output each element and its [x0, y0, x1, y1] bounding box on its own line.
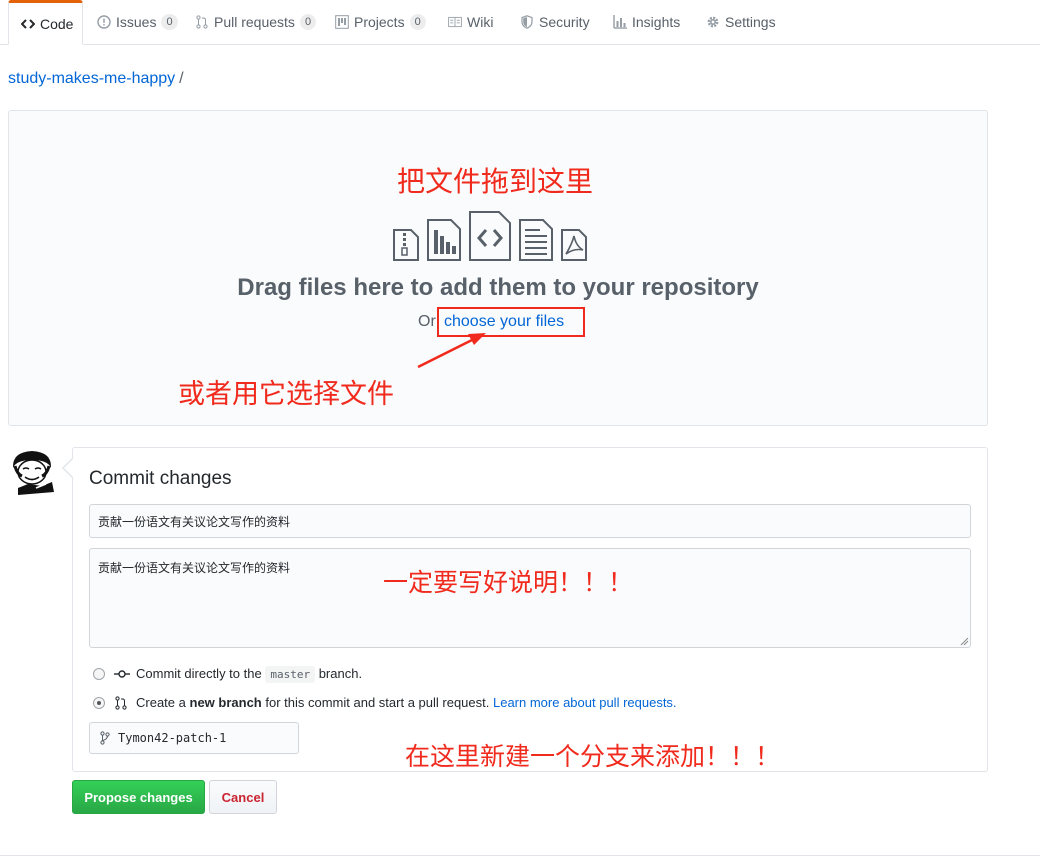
- tab-label: Issues: [116, 14, 157, 30]
- graph-icon: [613, 15, 627, 29]
- file-pdf-icon: [560, 228, 588, 265]
- drop-zone-or-text: Or: [418, 313, 436, 330]
- file-type-icons: [392, 210, 588, 265]
- pull-request-icon: [195, 15, 209, 29]
- tab-label: Insights: [632, 14, 681, 30]
- tab-settings[interactable]: Settings: [694, 0, 788, 44]
- annotation-new-branch: 在这里新建一个分支来添加！！！: [405, 742, 781, 771]
- new-branch-middle: for this commit and start a pull request…: [265, 695, 490, 710]
- breadcrumb: study-makes-me-happy /: [8, 70, 184, 88]
- commit-direct-label: Commit directly to the master branch.: [136, 666, 363, 683]
- commit-title: Commit changes: [89, 468, 232, 489]
- code-icon: [21, 17, 35, 31]
- tab-label: Settings: [725, 14, 776, 30]
- new-branch-label: Create a new branch for this commit and …: [136, 695, 677, 710]
- gear-icon: [706, 15, 720, 29]
- commit-summary-input[interactable]: 贡献一份语文有关议论文写作的资料: [89, 504, 971, 538]
- pull-request-icon: [115, 696, 127, 710]
- choose-files-link[interactable]: choose your files: [444, 313, 564, 331]
- resize-handle-icon[interactable]: [959, 636, 969, 646]
- divider: [0, 855, 1040, 856]
- issue-icon: [97, 15, 111, 29]
- commit-form-pointer-fill: [64, 459, 73, 477]
- branch-name-value: Tymon42-patch-1: [118, 731, 227, 745]
- tab-label: Wiki: [467, 14, 494, 30]
- drop-zone-title: Drag files here to add them to your repo…: [237, 274, 759, 301]
- tab-code[interactable]: Code: [8, 0, 83, 45]
- issues-counter: 0: [161, 14, 178, 30]
- commit-direct-suffix: branch.: [318, 666, 363, 681]
- commit-direct-radio[interactable]: [93, 668, 105, 680]
- file-drop-zone[interactable]: [8, 110, 988, 426]
- propose-changes-button[interactable]: Propose changes: [72, 780, 205, 814]
- new-branch-text: Create a: [136, 695, 186, 710]
- annotation-drag-here: 把文件拖到这里: [397, 165, 594, 198]
- new-branch-option[interactable]: [93, 697, 105, 709]
- learn-more-link[interactable]: Learn more about pull requests.: [493, 695, 677, 710]
- annotation-description: 一定要写好说明！！！: [383, 568, 634, 597]
- annotation-choose-files: 或者用它选择文件: [178, 379, 394, 410]
- file-zip-icon: [392, 228, 420, 265]
- pull-requests-counter: 0: [299, 14, 317, 30]
- repo-nav-tabs: Code Issues 0 Pull requests 0 Projects 0…: [0, 0, 1040, 45]
- tab-label: Code: [40, 15, 74, 32]
- new-branch-bold: new branch: [189, 695, 262, 710]
- projects-counter: 0: [409, 14, 426, 30]
- file-text-icon: [518, 218, 554, 265]
- tab-insights[interactable]: Insights: [601, 0, 692, 44]
- new-branch-radio[interactable]: [93, 697, 105, 709]
- tab-security[interactable]: Security: [508, 0, 602, 44]
- annotation-arrow: [417, 333, 486, 369]
- commit-direct-text: Commit directly to the: [136, 666, 262, 681]
- tab-label: Projects: [354, 14, 405, 30]
- git-commit-icon: [114, 670, 130, 678]
- tab-label: Security: [539, 14, 590, 30]
- git-branch-icon: [100, 731, 110, 745]
- branch-name-input[interactable]: Tymon42-patch-1: [89, 722, 299, 754]
- breadcrumb-separator: /: [179, 70, 184, 87]
- book-icon: [448, 15, 462, 29]
- tab-wiki[interactable]: Wiki: [436, 0, 505, 44]
- project-icon: [335, 15, 349, 29]
- shield-icon: [520, 15, 534, 29]
- cancel-button[interactable]: Cancel: [209, 780, 277, 814]
- tab-issues[interactable]: Issues 0: [85, 0, 190, 44]
- tab-projects[interactable]: Projects 0: [323, 0, 438, 44]
- file-chart-icon: [426, 218, 462, 265]
- repo-link[interactable]: study-makes-me-happy: [8, 70, 175, 87]
- master-branch-chip: master: [265, 666, 316, 683]
- avatar: [8, 448, 56, 496]
- tab-label: Pull requests: [214, 14, 295, 30]
- tab-pull-requests[interactable]: Pull requests 0: [183, 0, 328, 44]
- file-code-icon: [468, 210, 512, 265]
- commit-direct-option[interactable]: [93, 668, 105, 680]
